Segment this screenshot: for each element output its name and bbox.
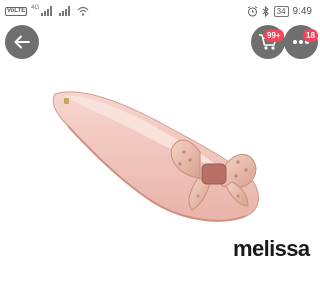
- alarm-icon: [247, 5, 257, 17]
- wifi-icon: [77, 6, 89, 16]
- bluetooth-icon: [262, 5, 269, 17]
- status-left: VoLTE 4G: [5, 5, 89, 17]
- volte-icon: VoLTE: [5, 6, 28, 16]
- clock-time: 9:49: [292, 5, 312, 17]
- arrow-left-icon: [14, 35, 30, 49]
- status-bar: VoLTE 4G 34 9:49: [0, 0, 320, 22]
- back-button[interactable]: [5, 25, 39, 59]
- signal-icon: [41, 6, 53, 16]
- notification-badge: 18: [303, 29, 318, 42]
- network-type-label: 4G: [31, 5, 40, 11]
- cart-count-badge: 99+: [264, 29, 284, 42]
- battery-icon: 34: [273, 5, 289, 17]
- status-right: 34 9:49: [247, 5, 312, 17]
- signal-icon: [59, 6, 71, 16]
- brand-logo: melissa: [233, 236, 310, 261]
- product-image[interactable]: [50, 80, 290, 240]
